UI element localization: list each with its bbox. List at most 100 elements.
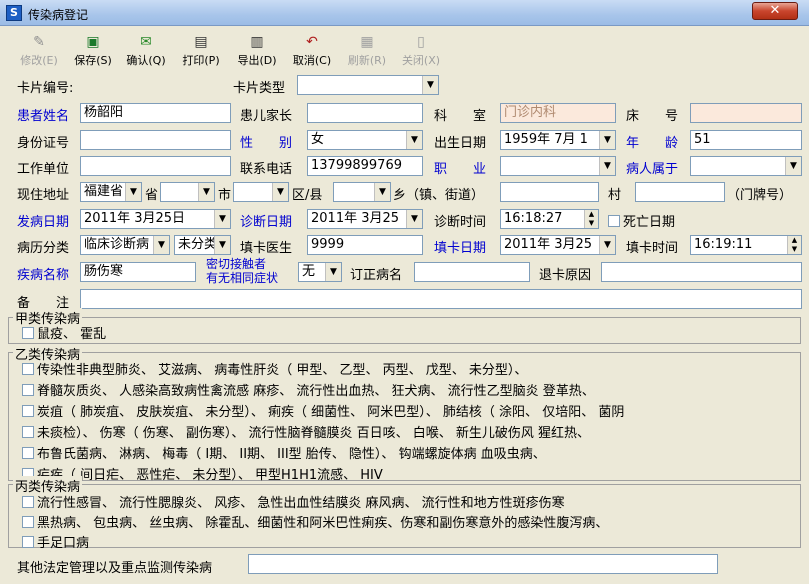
onset-date-picker[interactable]: 2011年 3月25日 ▼ [80, 209, 231, 229]
disease-option-line[interactable]: 炭疽（ 肺炭疽、 皮肤炭疽、 未分型）、 痢疾（ 细菌性、 阿米巴型）、 肺结核… [22, 401, 624, 420]
disease-name-input[interactable]: 肠伤寒 [80, 262, 196, 282]
disease-name-label: 疾病名称 [17, 268, 70, 283]
contact-select[interactable]: 无 ▼ [298, 262, 342, 282]
house-no-suffix: （门牌号） [727, 188, 793, 203]
class-a-group [8, 317, 801, 344]
return-reason-input[interactable] [601, 262, 802, 282]
phone-input[interactable]: 13799899769 [307, 156, 423, 176]
checkbox-icon[interactable] [22, 327, 34, 339]
chevron-down-icon: ▼ [406, 131, 422, 149]
diagnosis-date-picker[interactable]: 2011年 3月25 ▼ [307, 209, 423, 229]
checkbox-icon[interactable] [22, 447, 34, 459]
revised-name-input[interactable] [414, 262, 530, 282]
confirm-button[interactable]: ✉ 确认(Q) [121, 35, 171, 67]
pencil-icon: ✎ [33, 34, 45, 50]
birth-date-picker[interactable]: 1959年 7月 1 ▼ [500, 130, 616, 150]
spinner-arrows-icon: ▲ ▼ [584, 210, 598, 228]
checkbox-icon[interactable] [22, 516, 34, 528]
gender-select[interactable]: 女 ▼ [307, 130, 423, 150]
town-suffix: 乡（镇、街道） [393, 188, 485, 203]
title-bar[interactable] [0, 0, 809, 26]
disease-option-line[interactable]: 黑热病、 包虫病、 丝虫病、 除霍乱、细菌性和阿米巴性痢疾、伤寒和副伤寒意外的感… [22, 512, 608, 531]
chevron-down-icon: ▼ [374, 183, 390, 201]
chevron-down-icon: ▼ [406, 210, 422, 228]
disease-option-line[interactable]: 传染性非典型肺炎、 艾滋病、 病毒性肝炎（ 甲型、 乙型、 丙型、 戊型、 未分… [22, 359, 527, 378]
save-button[interactable]: ▣ 保存(S) [68, 35, 118, 67]
export-button[interactable]: ▥ 导出(D) [232, 35, 282, 67]
department-input[interactable]: 门诊内科 [500, 103, 616, 123]
village-input[interactable] [500, 182, 599, 202]
other-input[interactable] [248, 554, 718, 574]
checkbox-icon[interactable] [22, 536, 34, 548]
diagnosis-date-label: 诊断日期 [240, 215, 293, 230]
guardian-input[interactable] [307, 103, 423, 123]
cancel-button[interactable]: ↶ 取消(C) [287, 35, 337, 67]
doctor-input[interactable]: 9999 [307, 235, 423, 255]
undo-icon: ↶ [306, 34, 318, 50]
refresh-label: 刷新(R) [347, 54, 387, 67]
chevron-down-icon: ▼ [422, 76, 438, 94]
chevron-down-icon: ▼ [599, 236, 615, 254]
checkbox-icon[interactable] [22, 384, 34, 396]
fill-date-picker[interactable]: 2011年 3月25 ▼ [500, 235, 616, 255]
check-envelope-icon: ✉ [140, 34, 152, 50]
house-no-input[interactable] [635, 182, 725, 202]
work-unit-input[interactable] [80, 156, 231, 176]
fill-date-label: 填卡日期 [434, 241, 487, 256]
city-suffix: 市 [218, 188, 232, 203]
case-subclass-select[interactable]: 未分类 ▼ [174, 235, 231, 255]
bed-input[interactable] [690, 103, 802, 123]
checkbox-icon[interactable] [22, 363, 34, 375]
age-label: 年 龄 [626, 136, 679, 151]
birth-date-label: 出生日期 [434, 136, 487, 151]
disease-option-text: 手足口病 [37, 536, 90, 551]
city-select[interactable]: ▼ [160, 182, 215, 202]
disease-option-text: 炭疽（ 肺炭疽、 皮肤炭疽、 未分型）、 痢疾（ 细菌性、 阿米巴型）、 肺结核… [37, 405, 625, 420]
disease-option-line[interactable]: 鼠疫、 霍乱 [22, 323, 106, 342]
app-icon: S [6, 5, 22, 21]
disease-option-line[interactable]: 流行性感冒、 流行性腮腺炎、 风疹、 急性出血性结膜炎 麻风病、 流行性和地方性… [22, 492, 565, 511]
remark-input[interactable] [80, 289, 802, 309]
onset-date-label: 发病日期 [17, 215, 70, 230]
checkbox-icon [608, 215, 620, 227]
refresh-button[interactable]: ▦ 刷新(R) [342, 35, 392, 67]
id-no-input[interactable] [80, 130, 231, 150]
disease-option-text: 传染性非典型肺炎、 艾滋病、 病毒性肝炎（ 甲型、 乙型、 丙型、 戊型、 未分… [37, 363, 528, 378]
province-select[interactable]: 福建省 ▼ [80, 182, 142, 202]
checkbox-icon[interactable] [22, 496, 34, 508]
checkbox-icon[interactable] [22, 405, 34, 417]
close-window-x-button[interactable]: ✕ [752, 2, 798, 20]
window-title: 传染病登记 [28, 8, 89, 22]
checkbox-icon[interactable] [22, 426, 34, 438]
print-label: 打印(P) [182, 54, 220, 67]
disease-option-line[interactable]: 布鲁氏菌病、 淋病、 梅毒（ I期、 II期、 III型 胎传、 隐性）、 钩端… [22, 443, 546, 462]
town-select[interactable]: ▼ [333, 182, 391, 202]
belong-select[interactable]: ▼ [690, 156, 802, 176]
disease-option-line[interactable]: 未痰检）、 伤寒（ 伤寒、 副伤寒）、 流行性脑脊髓膜炎 百日咳、 白喉、 新生… [22, 422, 590, 441]
refresh-icon: ▦ [360, 34, 374, 50]
close-window-label: 关闭(X) [401, 54, 441, 67]
patient-name-input[interactable]: 杨韶阳 [80, 103, 231, 123]
diagnosis-time-spinner[interactable]: 16:18:27 ▲ ▼ [500, 209, 599, 229]
contact-label: 密切接触者 有无相同症状 [206, 257, 279, 285]
death-date-checkbox[interactable]: 死亡日期 [608, 211, 675, 230]
case-class-select[interactable]: 临床诊断病 ▼ [80, 235, 170, 255]
county-select[interactable]: ▼ [233, 182, 289, 202]
card-type-select[interactable]: ▼ [297, 75, 439, 95]
export-label: 导出(D) [237, 54, 277, 67]
age-input[interactable]: 51 [690, 130, 802, 150]
card-type-label: 卡片类型 [233, 81, 286, 96]
bed-label: 床 号 [626, 109, 679, 124]
disease-option-text: 鼠疫、 霍乱 [37, 327, 107, 342]
disease-option-line[interactable]: 手足口病 [22, 532, 89, 551]
save-label: 保存(S) [74, 54, 112, 67]
disease-option-line[interactable]: 脊髓灰质炎、 人感染高致病性禽流感 麻疹、 流行性出血热、 狂犬病、 流行性乙型… [22, 380, 595, 399]
fill-time-spinner[interactable]: 16:19:11 ▲ ▼ [690, 235, 802, 255]
print-button[interactable]: ▤ 打印(P) [176, 35, 226, 67]
case-class-label: 病历分类 [17, 241, 70, 256]
modify-button[interactable]: ✎ 修改(E) [14, 35, 64, 67]
close-window-button[interactable]: ▯ 关闭(X) [396, 35, 446, 67]
department-label: 科 室 [434, 109, 487, 124]
doctor-label: 填卡医生 [240, 241, 293, 256]
occupation-select[interactable]: ▼ [500, 156, 616, 176]
